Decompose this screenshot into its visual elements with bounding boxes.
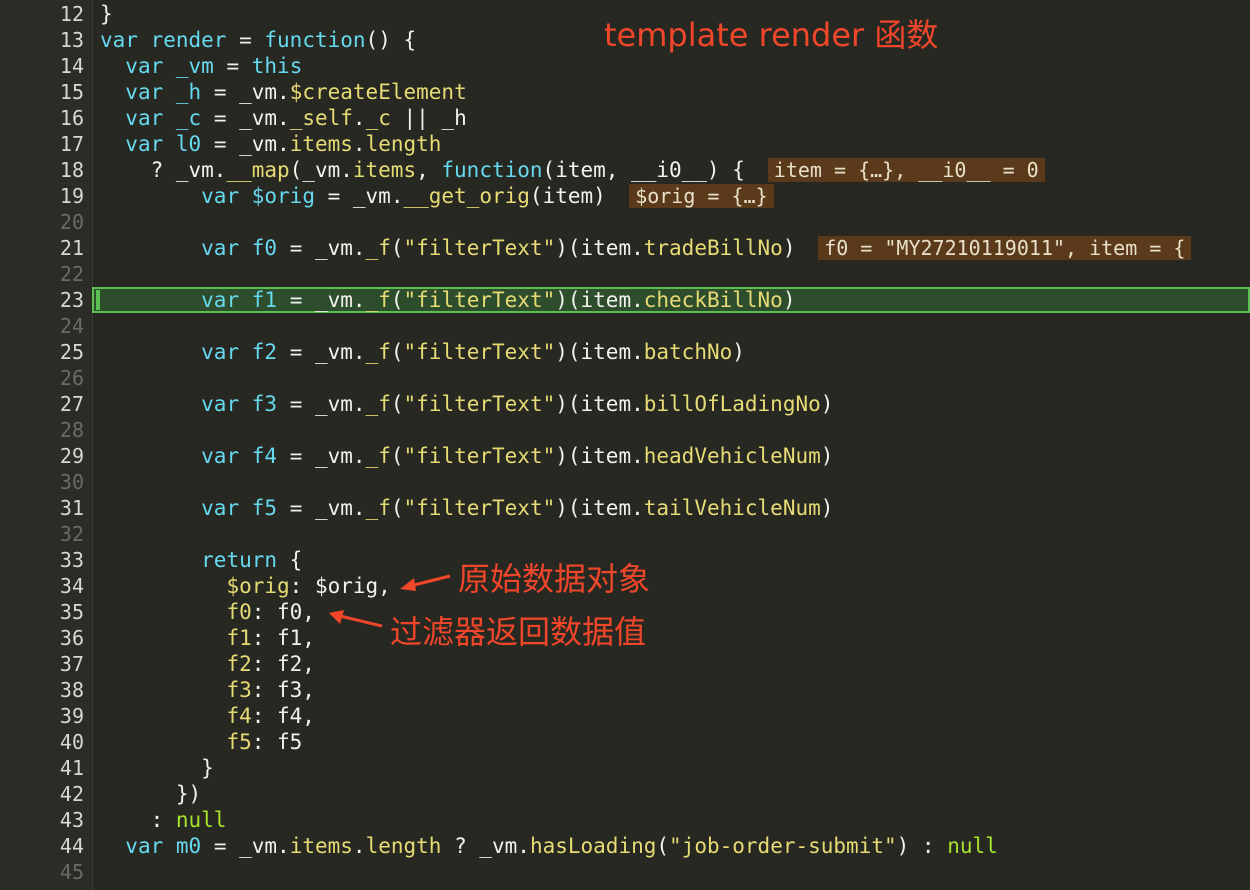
code-line-41[interactable]: 41 } xyxy=(0,755,1250,781)
line-number: 20 xyxy=(59,210,84,234)
debug-value-chip: $orig = {…} xyxy=(629,184,774,208)
line-code: f1: f1, xyxy=(226,626,315,650)
line-code: f2: f2, xyxy=(226,652,315,676)
filter-arrow-icon xyxy=(329,610,383,628)
code-line-24[interactable]: 24 xyxy=(0,313,1250,339)
line-number: 30 xyxy=(59,470,84,494)
line-number: 33 xyxy=(59,548,84,572)
line-code: var l0 = _vm.items.length xyxy=(125,132,442,156)
line-number: 35 xyxy=(59,600,84,624)
line-code: var f5 = _vm._f("filterText")(item.tailV… xyxy=(201,496,834,520)
code-line-28[interactable]: 28 xyxy=(0,417,1250,443)
code-line-29[interactable]: 29 var f4 = _vm._f("filterText")(item.he… xyxy=(0,443,1250,469)
line-code: } xyxy=(100,2,113,26)
code-line-19[interactable]: 19 var $orig = _vm.__get_orig(item) $orig… xyxy=(0,183,1250,209)
line-number: 36 xyxy=(59,626,84,650)
code-line-22[interactable]: 22 xyxy=(0,261,1250,287)
code-line-45[interactable]: 45 xyxy=(0,859,1250,885)
line-number: 40 xyxy=(59,730,84,754)
code-line-21[interactable]: 21 var f0 = _vm._f("filterText")(item.tr… xyxy=(0,235,1250,261)
title-annotation: template render 函数 xyxy=(604,16,939,54)
line-code: var f4 = _vm._f("filterText")(item.headV… xyxy=(201,444,834,468)
debug-value-chip: f0 = "MY27210119011", item = { xyxy=(818,236,1192,260)
line-code: var _vm = this xyxy=(125,54,303,78)
code-line-32[interactable]: 32 xyxy=(0,521,1250,547)
line-code: var f0 = _vm._f("filterText")(item.trade… xyxy=(201,236,796,260)
line-number: 12 xyxy=(59,2,84,26)
code-line-30[interactable]: 30 xyxy=(0,469,1250,495)
code-line-25[interactable]: 25 var f2 = _vm._f("filterText")(item.ba… xyxy=(0,339,1250,365)
code-line-20[interactable]: 20 xyxy=(0,209,1250,235)
line-code: var m0 = _vm.items.length ? _vm.hasLoadi… xyxy=(125,834,998,858)
line-code: f4: f4, xyxy=(226,704,315,728)
line-number: 31 xyxy=(59,496,84,520)
line-number: 37 xyxy=(59,652,84,676)
line-number: 38 xyxy=(59,678,84,702)
line-number: 24 xyxy=(59,314,84,338)
line-code: } xyxy=(100,756,214,780)
code-line-17[interactable]: 17 var l0 = _vm.items.length xyxy=(0,131,1250,157)
line-code: f5: f5 xyxy=(226,730,303,754)
line-code: var render = function() { xyxy=(100,28,417,52)
line-number: 15 xyxy=(59,80,84,104)
code-line-42[interactable]: 42 }) xyxy=(0,781,1250,807)
line-number: 34 xyxy=(59,574,84,598)
line-code: f0: f0, xyxy=(226,600,315,624)
line-number: 21 xyxy=(59,236,84,260)
line-number: 27 xyxy=(59,392,84,416)
code-line-14[interactable]: 14 var _vm = this xyxy=(0,53,1250,79)
code-line-15[interactable]: 15 var _h = _vm.$createElement xyxy=(0,79,1250,105)
line-code: var f2 = _vm._f("filterText")(item.batch… xyxy=(201,340,745,364)
code-line-31[interactable]: 31 var f5 = _vm._f("filterText")(item.ta… xyxy=(0,495,1250,521)
line-number: 16 xyxy=(59,106,84,130)
code-line-37[interactable]: 37 f2: f2, xyxy=(0,651,1250,677)
line-number: 28 xyxy=(59,418,84,442)
line-number: 41 xyxy=(59,756,84,780)
filter-annotation: 过滤器返回数据值 xyxy=(390,613,647,651)
code-line-16[interactable]: 16 var _c = _vm._self._c || _h xyxy=(0,105,1250,131)
line-code: var f3 = _vm._f("filterText")(item.billO… xyxy=(201,392,834,416)
line-code: var f1 = _vm._f("filterText")(item.check… xyxy=(201,288,796,312)
line-code: var _h = _vm.$createElement xyxy=(125,80,467,104)
line-code: $orig: $orig, xyxy=(226,574,391,598)
line-number: 19 xyxy=(59,184,84,208)
line-number: 17 xyxy=(59,132,84,156)
line-number: 29 xyxy=(59,444,84,468)
line-number: 23 xyxy=(59,288,84,312)
line-number: 39 xyxy=(59,704,84,728)
line-code: ? _vm.__map(_vm.items, function(item, __… xyxy=(100,158,745,182)
code-line-38[interactable]: 38 f3: f3, xyxy=(0,677,1250,703)
code-line-23[interactable]: 23 var f1 = _vm._f("filterText")(item.ch… xyxy=(0,287,1250,313)
debug-value-chip: item = {…}, __i0__ = 0 xyxy=(767,158,1045,182)
orig-annotation: 原始数据对象 xyxy=(458,560,651,598)
line-number: 44 xyxy=(59,834,84,858)
line-number: 22 xyxy=(59,262,84,286)
line-code: var _c = _vm._self._c || _h xyxy=(125,106,467,130)
code-line-26[interactable]: 26 xyxy=(0,365,1250,391)
code-line-39[interactable]: 39 f4: f4, xyxy=(0,703,1250,729)
line-number: 45 xyxy=(59,860,84,884)
line-number: 26 xyxy=(59,366,84,390)
line-number: 42 xyxy=(59,782,84,806)
code-line-18[interactable]: 18 ? _vm.__map(_vm.items, function(item,… xyxy=(0,157,1250,183)
code-line-27[interactable]: 27 var f3 = _vm._f("filterText")(item.bi… xyxy=(0,391,1250,417)
orig-arrow-icon xyxy=(400,574,451,591)
line-code: return { xyxy=(201,548,303,572)
code-line-44[interactable]: 44 var m0 = _vm.items.length ? _vm.hasLo… xyxy=(0,833,1250,859)
line-code: f3: f3, xyxy=(226,678,315,702)
line-code: : null xyxy=(100,808,227,832)
line-number: 43 xyxy=(59,808,84,832)
line-number: 25 xyxy=(59,340,84,364)
line-number: 14 xyxy=(59,54,84,78)
line-code: var $orig = _vm.__get_orig(item) xyxy=(201,184,606,208)
code-line-40[interactable]: 40 f5: f5 xyxy=(0,729,1250,755)
line-number: 18 xyxy=(59,158,84,182)
line-number: 13 xyxy=(59,28,84,52)
line-number: 32 xyxy=(59,522,84,546)
code-line-43[interactable]: 43 : null xyxy=(0,807,1250,833)
line-code: }) xyxy=(100,782,202,806)
